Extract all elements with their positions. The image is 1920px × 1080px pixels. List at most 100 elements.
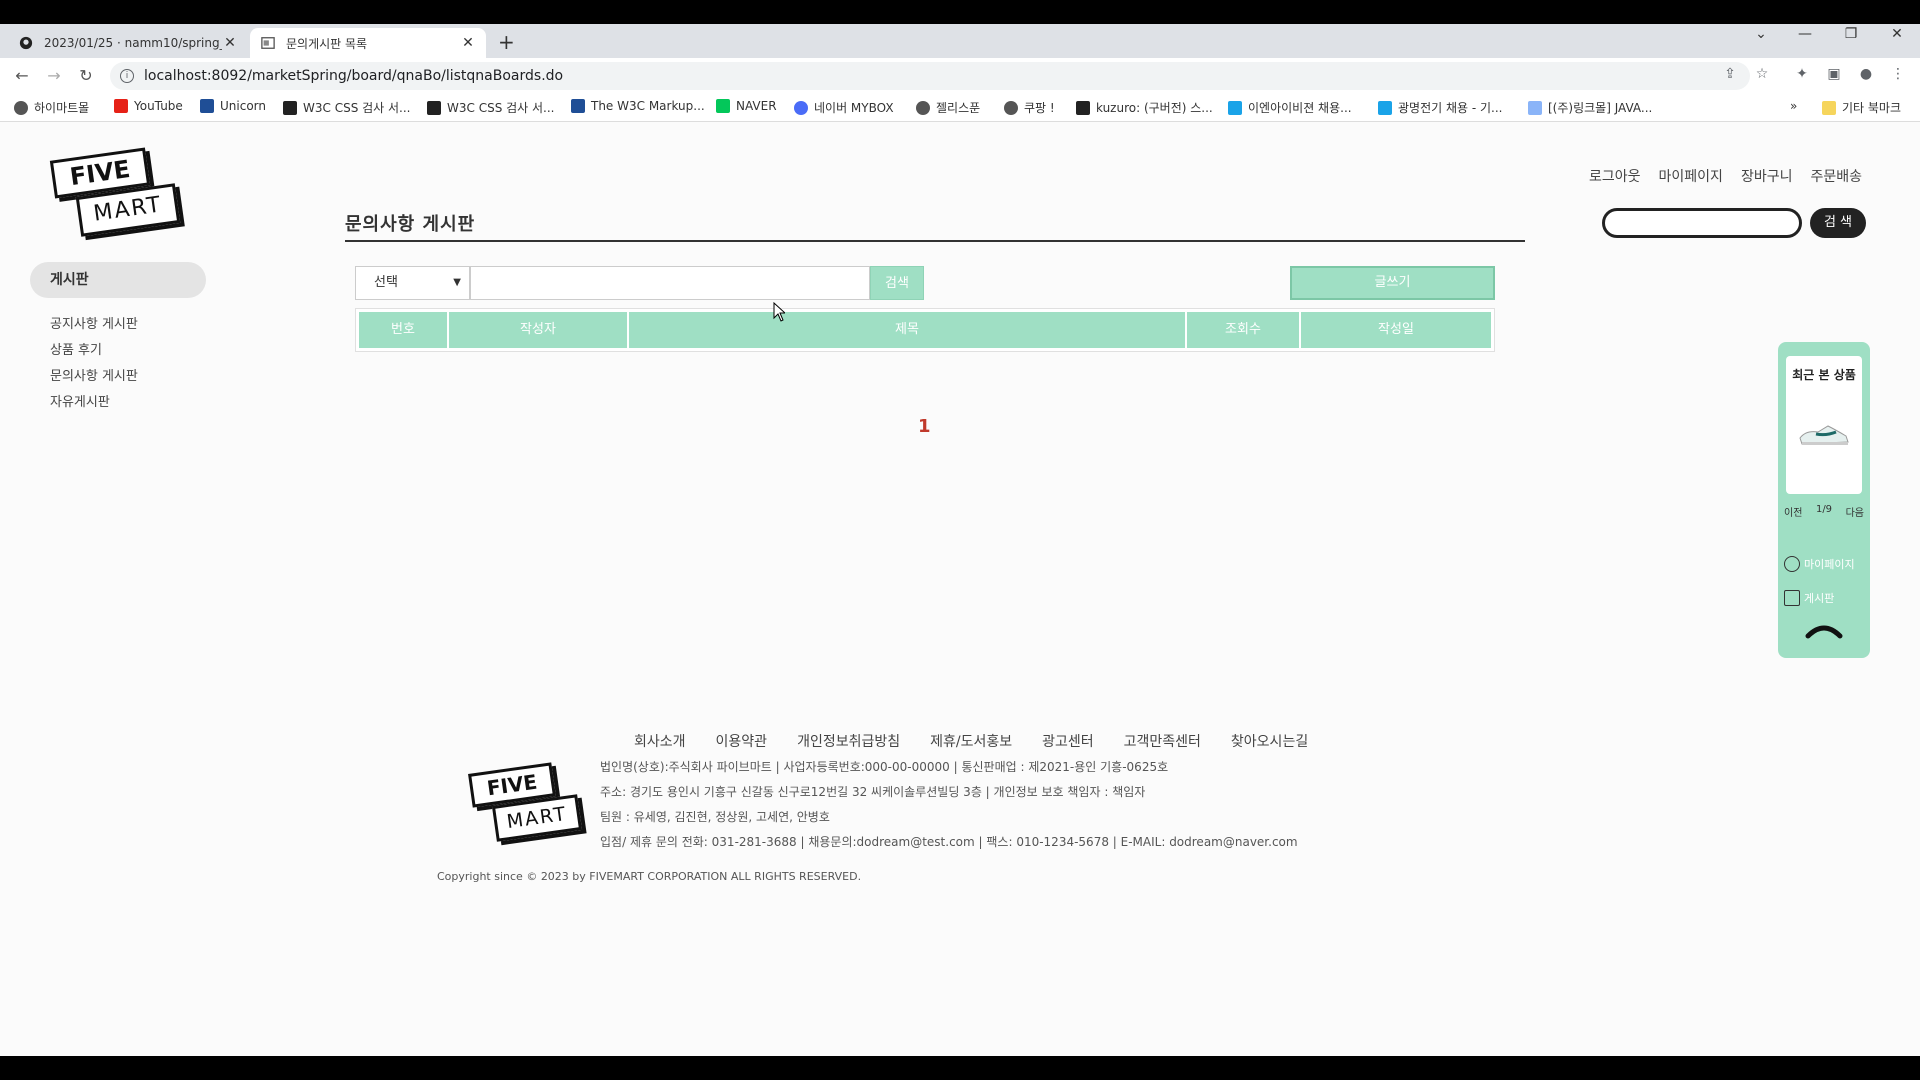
folder-icon [1822, 100, 1836, 115]
globe-icon [1004, 100, 1018, 115]
sidebar-item-notice[interactable]: 공지사항 게시판 [50, 312, 138, 338]
restore-icon[interactable]: ❐ [1836, 26, 1866, 42]
tab-search-icon[interactable]: ⌄ [1746, 26, 1776, 42]
sidebar-menu: 공지사항 게시판 상품 후기 문의사항 게시판 자유게시판 [50, 312, 138, 416]
sneaker-thumbnail[interactable] [1796, 416, 1852, 452]
footer-link-terms[interactable]: 이용약관 [716, 731, 768, 751]
site-search-button[interactable]: 검 색 [1810, 208, 1866, 238]
bookmark-item[interactable]: NAVER [716, 99, 777, 113]
page-number[interactable]: 1 [918, 416, 931, 437]
order-link[interactable]: 주문배송 [1810, 166, 1862, 186]
recent-mypage-link[interactable]: 마이페이지 [1784, 556, 1855, 572]
menu-icon[interactable]: ⋮ [1888, 66, 1908, 82]
site-info-icon[interactable]: i [120, 69, 134, 83]
footer-nav: 회사소개 이용약관 개인정보취급방침 제휴/도서홍보 광고센터 고객만족센터 찾… [634, 731, 1308, 751]
address-bar-row: ← → ↻ i localhost:8092/marketSpring/boar… [0, 58, 1920, 94]
sidebar-item-review[interactable]: 상품 후기 [50, 338, 138, 364]
side-panel-icon[interactable]: ▣ [1824, 66, 1844, 82]
bookmark-item[interactable]: 쿠팡 ! [1004, 99, 1055, 116]
web-page: FIVE MART 로그아웃 마이페이지 장바구니 주문배송 검 색 게시판 공… [0, 122, 1920, 1056]
search-type-select[interactable]: 선택 ▼ [355, 266, 470, 300]
close-tab-icon[interactable]: ✕ [460, 35, 476, 51]
write-button[interactable]: 글쓰기 [1290, 266, 1495, 300]
w3c-icon [571, 99, 585, 113]
close-window-icon[interactable]: ✕ [1882, 26, 1912, 42]
bookmark-item[interactable]: 네이버 MYBOX [794, 99, 894, 116]
recent-board-link[interactable]: 게시판 [1784, 590, 1834, 606]
bookmark-item[interactable]: W3C CSS 검사 서... [427, 99, 555, 116]
title-divider [345, 240, 1525, 242]
w3c-icon [200, 99, 214, 113]
reload-icon[interactable]: ↻ [74, 66, 98, 85]
bookmark-item[interactable]: kuzuro: (구버전) 스... [1076, 99, 1213, 116]
footer-link-location[interactable]: 찾아오시는길 [1231, 731, 1308, 751]
screen-bottom-bar [0, 1056, 1920, 1080]
browser-tabbar: 2023/01/25 · namm10/spring_p ✕ 문의게시판 목록 … [0, 24, 1920, 58]
bookmark-item[interactable]: YouTube [114, 99, 183, 113]
url-text: localhost:8092/marketSpring/board/qnaBo/… [144, 68, 564, 84]
logout-link[interactable]: 로그아웃 [1589, 166, 1641, 186]
sidebar-item-free[interactable]: 자유게시판 [50, 390, 138, 416]
bookmark-item[interactable]: The W3C Markup... [571, 99, 705, 113]
url-field[interactable]: i localhost:8092/marketSpring/board/qnaB… [110, 62, 1750, 90]
board-search-button[interactable]: 검색 [870, 266, 924, 300]
mouse-cursor-icon [773, 302, 785, 322]
naver-icon [716, 99, 730, 113]
mypage-link[interactable]: 마이페이지 [1659, 166, 1723, 186]
sidebar-title: 게시판 [30, 262, 206, 298]
apps-icon [1528, 100, 1542, 115]
user-nav: 로그아웃 마이페이지 장바구니 주문배송 [1589, 166, 1862, 186]
profile-icon[interactable]: ● [1856, 66, 1876, 82]
more-bookmarks-button[interactable]: » [1790, 99, 1797, 113]
recent-pager: 이전 1/9 다음 [1784, 504, 1864, 519]
scroll-top-icon[interactable] [1804, 620, 1844, 640]
cart-link[interactable]: 장바구니 [1741, 166, 1793, 186]
globe-icon [916, 100, 930, 115]
chevron-down-icon: ▼ [453, 277, 461, 288]
footer-link-partner[interactable]: 제휴/도서홍보 [930, 731, 1012, 751]
sidebar-item-qna[interactable]: 문의사항 게시판 [50, 364, 138, 390]
browser-tab-github[interactable]: 2023/01/25 · namm10/spring_p ✕ [8, 28, 248, 58]
extensions-icon[interactable]: ✦ [1792, 66, 1812, 82]
bookmark-item[interactable]: 이엔아이비젼 채용... [1228, 99, 1352, 116]
chat-icon [1378, 100, 1392, 115]
user-icon [1784, 556, 1800, 572]
new-tab-button[interactable]: + [498, 30, 515, 54]
back-icon[interactable]: ← [10, 66, 34, 85]
col-views: 조회수 [1187, 312, 1299, 348]
footer-link-support[interactable]: 고객만족센터 [1124, 731, 1201, 751]
forward-icon[interactable]: → [42, 66, 66, 85]
site-search-input[interactable] [1602, 208, 1802, 238]
minimize-icon[interactable]: — [1790, 26, 1820, 42]
bookmark-item[interactable]: Unicorn [200, 99, 266, 113]
col-subject: 제목 [629, 312, 1185, 348]
board-search-input[interactable] [470, 266, 870, 300]
bookmark-item[interactable]: 하이마트몰 [14, 99, 89, 116]
close-tab-icon[interactable]: ✕ [222, 35, 238, 51]
site-icon [1076, 100, 1090, 115]
tab-title: 문의게시판 목록 [286, 36, 368, 51]
footer-address: 주소: 경기도 용인시 기흥구 신갈동 신구로12번길 32 씨케이솔루션빌딩 … [600, 785, 1146, 799]
page-icon [260, 35, 276, 51]
fivemart-logo[interactable]: FIVE MART [49, 146, 181, 237]
footer-link-about[interactable]: 회사소개 [634, 731, 686, 751]
bookmark-item[interactable]: [(주)링크몰] JAVA... [1528, 99, 1652, 116]
bookmark-item[interactable]: 젤리스푼 [916, 99, 980, 116]
recent-next-button[interactable]: 다음 [1846, 504, 1864, 519]
bookmark-item[interactable]: 광명전기 채용 - 기... [1378, 99, 1503, 116]
bookmark-item[interactable]: W3C CSS 검사 서... [283, 99, 411, 116]
col-number: 번호 [359, 312, 447, 348]
col-date: 작성일 [1301, 312, 1491, 348]
footer-team: 팀원 : 유세영, 김진현, 정상원, 고세연, 안병호 [600, 810, 830, 824]
footer-link-privacy[interactable]: 개인정보취급방침 [797, 731, 900, 751]
share-icon[interactable]: ⇪ [1720, 66, 1740, 82]
col-author: 작성자 [449, 312, 627, 348]
browser-tab-active[interactable]: 문의게시판 목록 ✕ [250, 28, 486, 58]
footer-link-ads[interactable]: 광고센터 [1042, 731, 1094, 751]
bookmark-star-icon[interactable]: ☆ [1752, 66, 1772, 82]
mybox-icon [794, 100, 808, 115]
other-bookmarks-folder[interactable]: 기타 북마크 [1822, 99, 1901, 116]
footer-logo: FIVE MART [468, 762, 583, 842]
w3c-icon [427, 100, 441, 115]
recent-prev-button[interactable]: 이전 [1784, 504, 1802, 519]
